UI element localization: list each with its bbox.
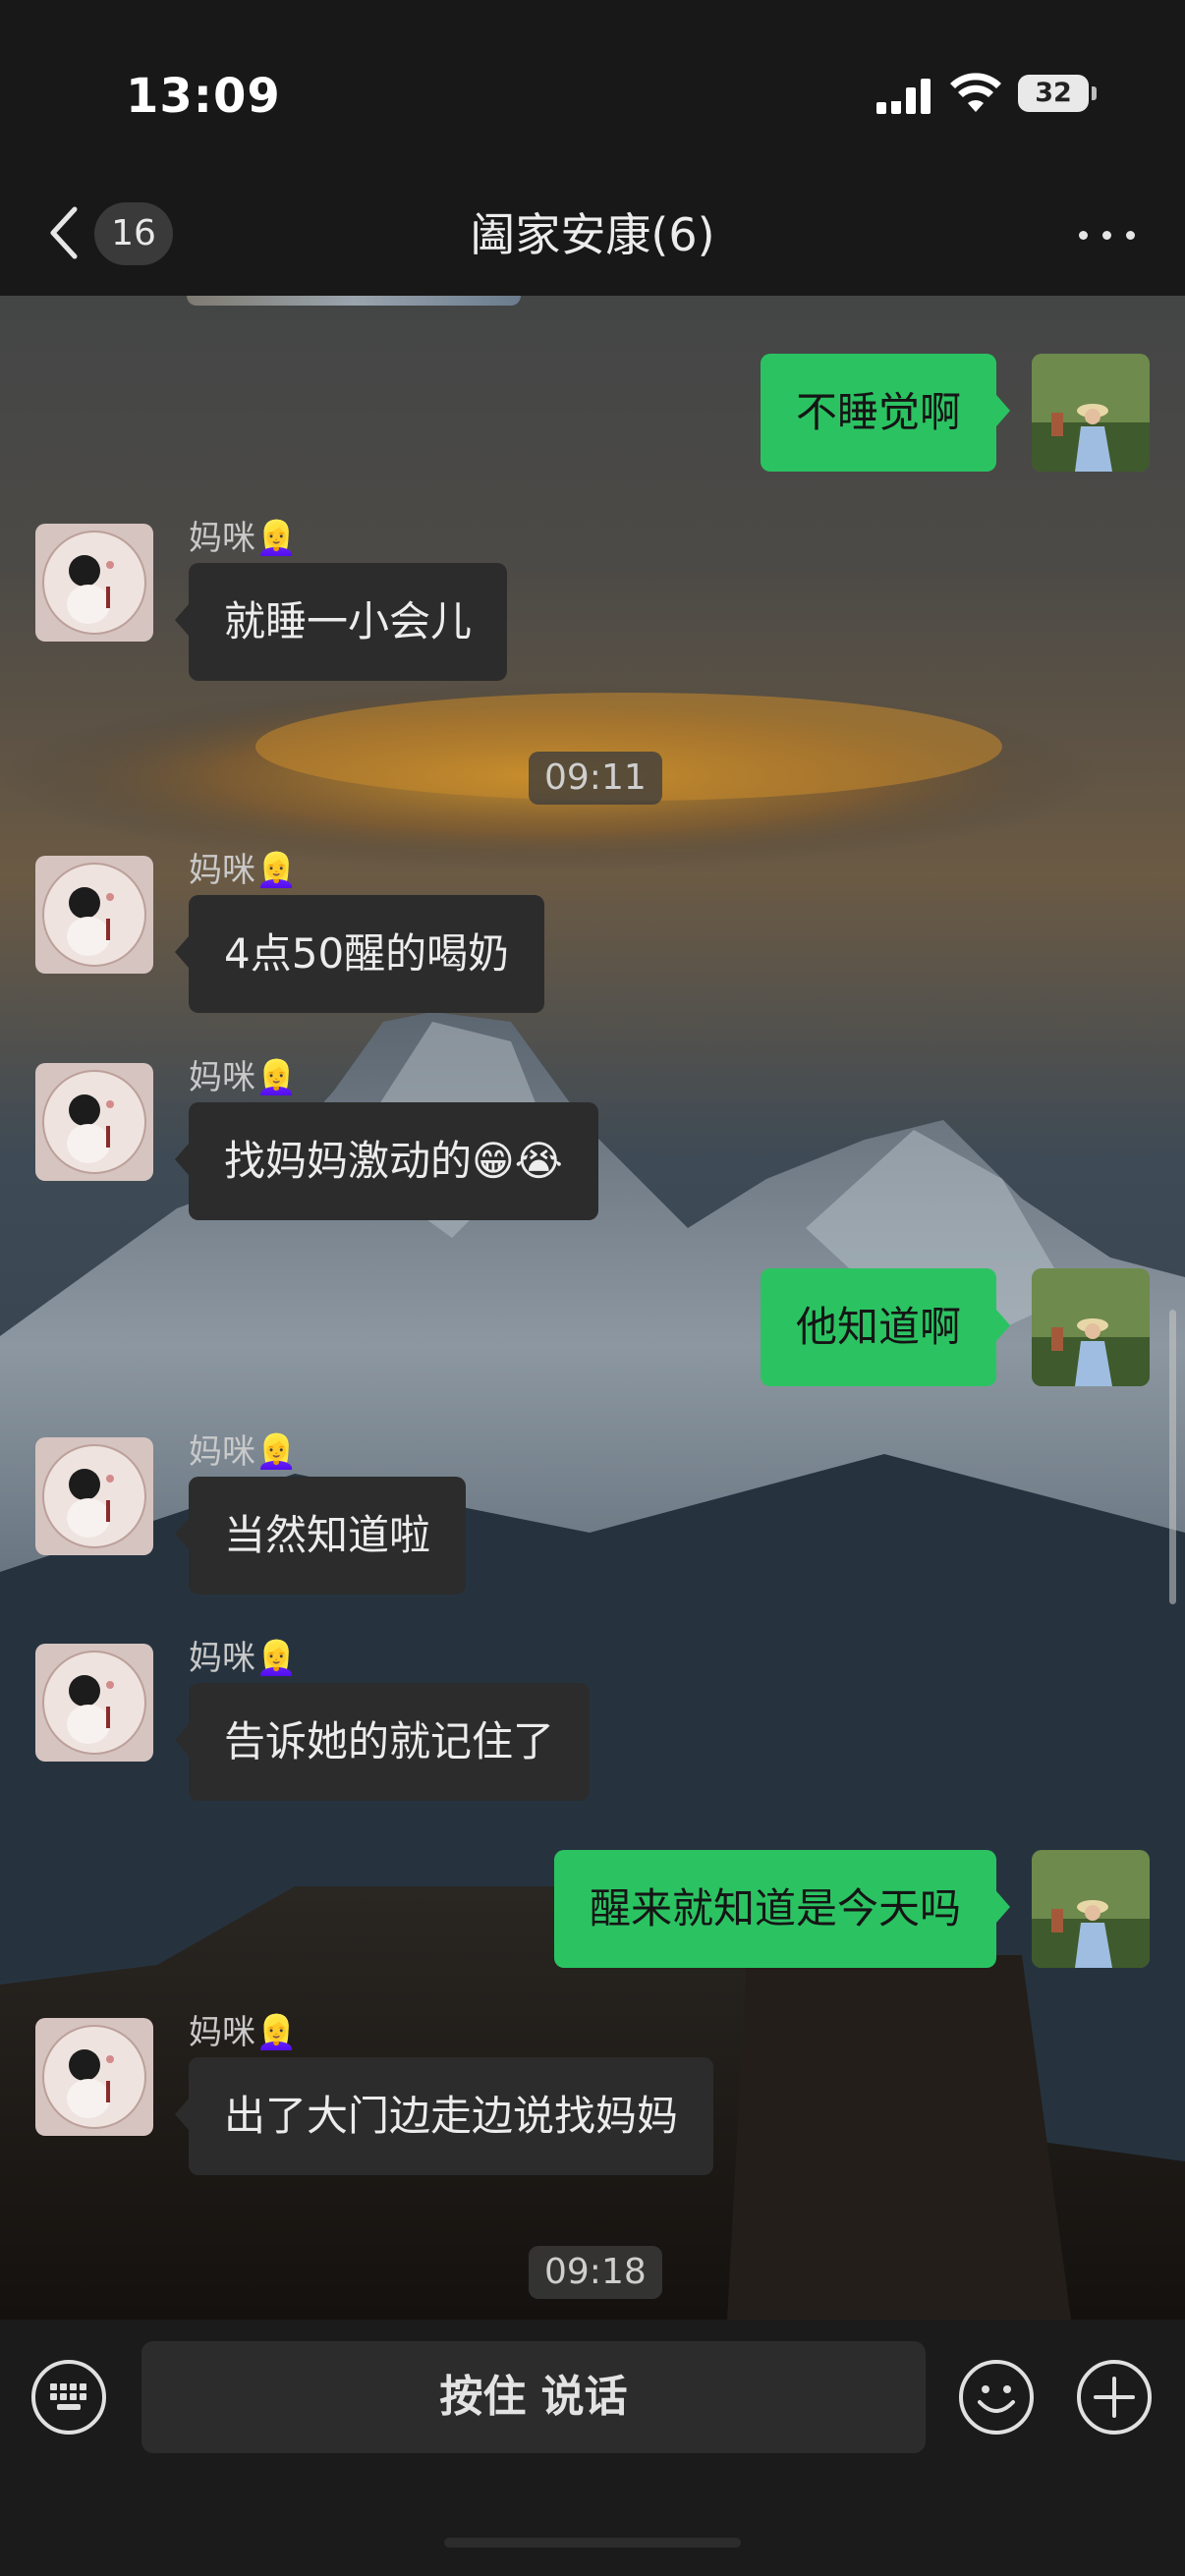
avatar-mom[interactable] bbox=[35, 2018, 153, 2136]
battery-level: 32 bbox=[1035, 78, 1072, 108]
message-row-outgoing: 不睡觉啊 bbox=[0, 354, 1185, 472]
message-bubble-outgoing[interactable]: 醒来就知道是今天吗 bbox=[553, 1850, 1011, 1968]
home-indicator bbox=[444, 2538, 741, 2548]
avatar-mom[interactable] bbox=[35, 1437, 153, 1555]
avatar-mom[interactable] bbox=[35, 1063, 153, 1181]
cellular-signal-icon bbox=[876, 79, 931, 114]
chat-title[interactable]: 阖家安康(6) bbox=[0, 199, 1185, 264]
message-bubble-incoming[interactable]: 找妈妈激动的😁😭 bbox=[175, 1102, 598, 1220]
message-row-incoming: 妈咪👱‍♀️ 4点50醒的喝奶 bbox=[0, 851, 1185, 1013]
status-bar: 13:09 32 bbox=[0, 0, 1185, 172]
wifi-icon bbox=[950, 73, 1001, 112]
message-row-outgoing: 他知道啊 bbox=[0, 1268, 1185, 1386]
message-bubble-incoming[interactable]: 告诉她的就记住了 bbox=[174, 1683, 591, 1801]
sender-name: 妈咪👱‍♀️ bbox=[189, 1639, 298, 1678]
avatar-mom[interactable] bbox=[35, 1644, 153, 1762]
plus-circle-icon[interactable] bbox=[1076, 2359, 1153, 2436]
message-timestamp: 09:18 bbox=[529, 2246, 662, 2299]
message-bubble-incoming[interactable]: 出了大门边走边说找妈妈 bbox=[174, 2057, 714, 2175]
message-timestamp: 09:11 bbox=[529, 752, 662, 805]
avatar-me[interactable] bbox=[1032, 1850, 1150, 1968]
avatar-mom[interactable] bbox=[35, 856, 153, 974]
sender-name: 妈咪👱‍♀️ bbox=[189, 1058, 298, 1097]
chat-nav-bar: 16 阖家安康(6) bbox=[0, 172, 1185, 296]
message-row-incoming: 妈咪👱‍♀️ 告诉她的就记住了 bbox=[0, 1639, 1185, 1801]
message-bubble-outgoing[interactable]: 不睡觉啊 bbox=[760, 354, 1011, 472]
message-bubble-incoming[interactable]: 4点50醒的喝奶 bbox=[174, 895, 545, 1013]
sender-name: 妈咪👱‍♀️ bbox=[189, 519, 298, 558]
hold-to-talk-button[interactable]: 按住 说话 bbox=[141, 2341, 926, 2453]
message-bubble-outgoing[interactable]: 他知道啊 bbox=[760, 1268, 1011, 1386]
sender-name: 妈咪👱‍♀️ bbox=[189, 2013, 298, 2052]
chat-input-bar: 按住 说话 bbox=[0, 2320, 1185, 2576]
avatar-me[interactable] bbox=[1032, 354, 1150, 472]
message-list[interactable]: 不睡觉啊 妈咪👱‍♀️ 就睡一小会儿 09:11 妈咪👱‍♀️ 4点50醒的喝奶… bbox=[0, 296, 1185, 2320]
message-row-incoming: 妈咪👱‍♀️ 当然知道啦 bbox=[0, 1432, 1185, 1595]
message-bubble-incoming[interactable]: 就睡一小会儿 bbox=[174, 563, 508, 681]
partial-image-message[interactable] bbox=[187, 296, 521, 306]
more-dots-icon[interactable] bbox=[1073, 213, 1142, 256]
battery-icon: 32 bbox=[1018, 75, 1089, 112]
message-bubble-incoming[interactable]: 当然知道啦 bbox=[174, 1477, 467, 1595]
smiley-face-icon[interactable] bbox=[958, 2359, 1035, 2436]
avatar-me[interactable] bbox=[1032, 1268, 1150, 1386]
message-row-incoming: 妈咪👱‍♀️ 就睡一小会儿 bbox=[0, 519, 1185, 681]
status-time: 13:09 bbox=[126, 69, 281, 124]
keyboard-icon[interactable] bbox=[30, 2359, 107, 2436]
message-row-incoming: 妈咪👱‍♀️ 找妈妈激动的😁😭 bbox=[0, 1058, 1185, 1220]
sender-name: 妈咪👱‍♀️ bbox=[189, 1432, 298, 1472]
message-row-incoming: 妈咪👱‍♀️ 出了大门边走边说找妈妈 bbox=[0, 2013, 1185, 2175]
battery-tip bbox=[1092, 86, 1097, 100]
chat-scrollbar[interactable] bbox=[1169, 1310, 1176, 1604]
sender-name: 妈咪👱‍♀️ bbox=[189, 851, 298, 890]
message-row-outgoing: 醒来就知道是今天吗 bbox=[0, 1850, 1185, 1968]
avatar-mom[interactable] bbox=[35, 524, 153, 642]
